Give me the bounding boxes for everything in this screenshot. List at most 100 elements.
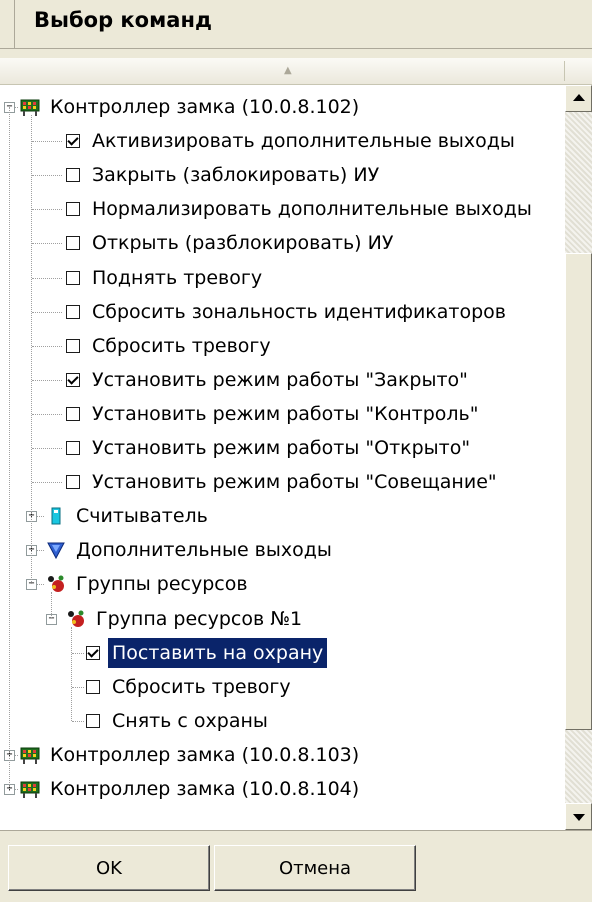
tree-command-item[interactable]: Сбросить зональность идентификаторов	[66, 295, 510, 329]
tree-item-label: Контроллер замка (10.0.8.104)	[50, 778, 360, 800]
tree-item-label: Поставить на охрану	[108, 637, 328, 668]
tree-command-item[interactable]: Закрыть (заблокировать) ИУ	[66, 158, 383, 192]
tree-item-label: Снять с охраны	[112, 709, 268, 732]
checkbox-unchecked[interactable]	[66, 202, 80, 217]
tree-item-label: Группы ресурсов	[76, 573, 248, 596]
scroll-down-button[interactable]	[565, 803, 592, 830]
checkbox-unchecked[interactable]	[66, 338, 80, 353]
checkbox-checked[interactable]	[66, 134, 80, 149]
tree-connector-line	[32, 243, 62, 245]
tree-connector-line	[9, 107, 10, 789]
tree-connector-line	[31, 115, 32, 585]
tree-command-item[interactable]: Установить режим работы "Совещание"	[66, 465, 501, 499]
tree-connector-line	[37, 516, 44, 518]
button-bar: OK Отмена	[0, 830, 592, 902]
dialog-title: Выбор команд	[34, 8, 212, 32]
tree-connector-line	[15, 107, 18, 108]
tree-connector-line	[15, 754, 18, 756]
tree-connector-line	[32, 482, 62, 484]
tree-connector-line	[32, 379, 62, 381]
tree-node[interactable]: Контроллер замка (10.0.8.103)	[20, 738, 363, 772]
checkbox-checked[interactable]	[66, 372, 80, 387]
tree-connector-line	[37, 584, 44, 586]
tree-connector-line	[72, 652, 84, 654]
tree-connector-line	[32, 448, 62, 449]
tree-item-label: Контроллер замка (10.0.8.103)	[50, 743, 360, 766]
tree-connector-line	[51, 592, 52, 619]
tree-command-item[interactable]: Сбросить тревогу	[66, 329, 275, 363]
tree-item-label: Группа ресурсов №1	[96, 607, 303, 630]
tree-item-label: Установить режим работы "Закрыто"	[92, 368, 468, 391]
resource-group-icon	[46, 574, 66, 594]
outputs-icon	[46, 540, 66, 560]
tree-command-item[interactable]: Сбросить тревогу	[86, 670, 295, 704]
tree-item-label: Установить режим работы "Открыто"	[92, 437, 471, 459]
arrow-up-icon	[573, 94, 585, 101]
column-divider[interactable]	[564, 61, 565, 81]
tree-item-label: Сбросить тревогу	[112, 675, 291, 698]
checkbox-unchecked[interactable]	[86, 679, 100, 694]
command-tree[interactable]: Контроллер замка (10.0.8.102) − Активизиро…	[0, 85, 565, 830]
tree-command-item[interactable]: Открыть (разблокировать) ИУ	[66, 226, 397, 260]
tree-connector-line	[32, 277, 62, 279]
tree-connector-line	[37, 550, 44, 552]
tree-item-label: Сбросить зональность идентификаторов	[92, 300, 507, 323]
tree-command-item[interactable]: Активизировать дополнительные выходы	[66, 124, 519, 158]
tree-item-label: Поднять тревогу	[92, 266, 263, 289]
controller-icon	[20, 779, 40, 799]
tree-item-label: Сбросить тревогу	[92, 334, 271, 357]
tree-connector-line	[32, 311, 62, 313]
tree-node[interactable]: Группа ресурсов №1	[66, 602, 306, 636]
checkbox-unchecked[interactable]	[66, 236, 80, 251]
tree-command-item[interactable]: Поднять тревогу	[66, 261, 266, 295]
tree-node[interactable]: Контроллер замка (10.0.8.104)	[20, 772, 363, 806]
tree-command-item[interactable]: Снять с охраны	[86, 704, 272, 738]
tree-command-item[interactable]: Установить режим работы "Закрыто"	[66, 363, 472, 397]
tree-connector-line	[32, 141, 62, 143]
tree-node[interactable]: Считыватель	[46, 499, 212, 533]
vertical-scrollbar[interactable]	[565, 85, 592, 830]
title-bar: Выбор команд	[0, 0, 592, 49]
tree-connector-line	[72, 720, 84, 722]
tree-command-item[interactable]: Нормализировать дополнительные выходы	[66, 192, 536, 226]
tree-item-label: Нормализировать дополнительные выходы	[92, 198, 532, 221]
checkbox-unchecked[interactable]	[66, 168, 80, 183]
cancel-button[interactable]: Отмена	[214, 845, 416, 891]
checkbox-unchecked[interactable]	[66, 304, 80, 319]
column-header[interactable]: ▲	[0, 58, 592, 85]
tree-connector-line	[32, 209, 62, 211]
command-selection-dialog: Выбор команд ▲ Контроллер замка (10.0.8.…	[0, 0, 592, 902]
scroll-thumb[interactable]	[565, 253, 592, 730]
tree-connector-line	[32, 413, 62, 415]
checkbox-unchecked[interactable]	[66, 270, 80, 285]
controller-icon	[20, 97, 40, 117]
tree-item-label: Открыть (разблокировать) ИУ	[92, 232, 394, 255]
tree-node[interactable]: Дополнительные выходы	[46, 533, 336, 567]
tree-command-item[interactable]: Поставить на охрану	[86, 636, 328, 670]
tree-node[interactable]: Контроллер замка (10.0.8.102)	[20, 90, 363, 124]
checkbox-checked[interactable]	[86, 645, 100, 660]
tree-node[interactable]: Группы ресурсов	[46, 567, 252, 601]
tree-item-label: Установить режим работы "Совещание"	[92, 471, 497, 494]
ok-button[interactable]: OK	[8, 845, 210, 891]
scroll-up-button[interactable]	[565, 85, 592, 112]
tree-connector-line	[32, 345, 62, 347]
arrow-down-icon	[573, 814, 585, 821]
checkbox-unchecked[interactable]	[66, 475, 80, 490]
title-left-border	[0, 0, 15, 48]
tree-item-label: Закрыть (заблокировать) ИУ	[92, 164, 380, 187]
checkbox-unchecked[interactable]	[86, 713, 100, 728]
tree-command-item[interactable]: Установить режим работы "Открыто"	[66, 431, 474, 465]
checkbox-unchecked[interactable]	[66, 441, 80, 455]
tree-item-label: Контроллер замка (10.0.8.102)	[50, 96, 360, 118]
reader-icon	[46, 506, 66, 526]
resource-group-icon	[66, 609, 86, 629]
checkbox-unchecked[interactable]	[66, 406, 80, 421]
controller-icon	[20, 745, 40, 765]
tree-connector-line	[15, 789, 18, 790]
tree-item-label: Дополнительные выходы	[76, 539, 332, 562]
tree-command-item[interactable]: Установить режим работы "Контроль"	[66, 397, 483, 431]
tree-item-label: Установить режим работы "Контроль"	[92, 402, 479, 425]
tree-connector-line	[71, 626, 72, 721]
tree-connector-line	[72, 686, 84, 688]
